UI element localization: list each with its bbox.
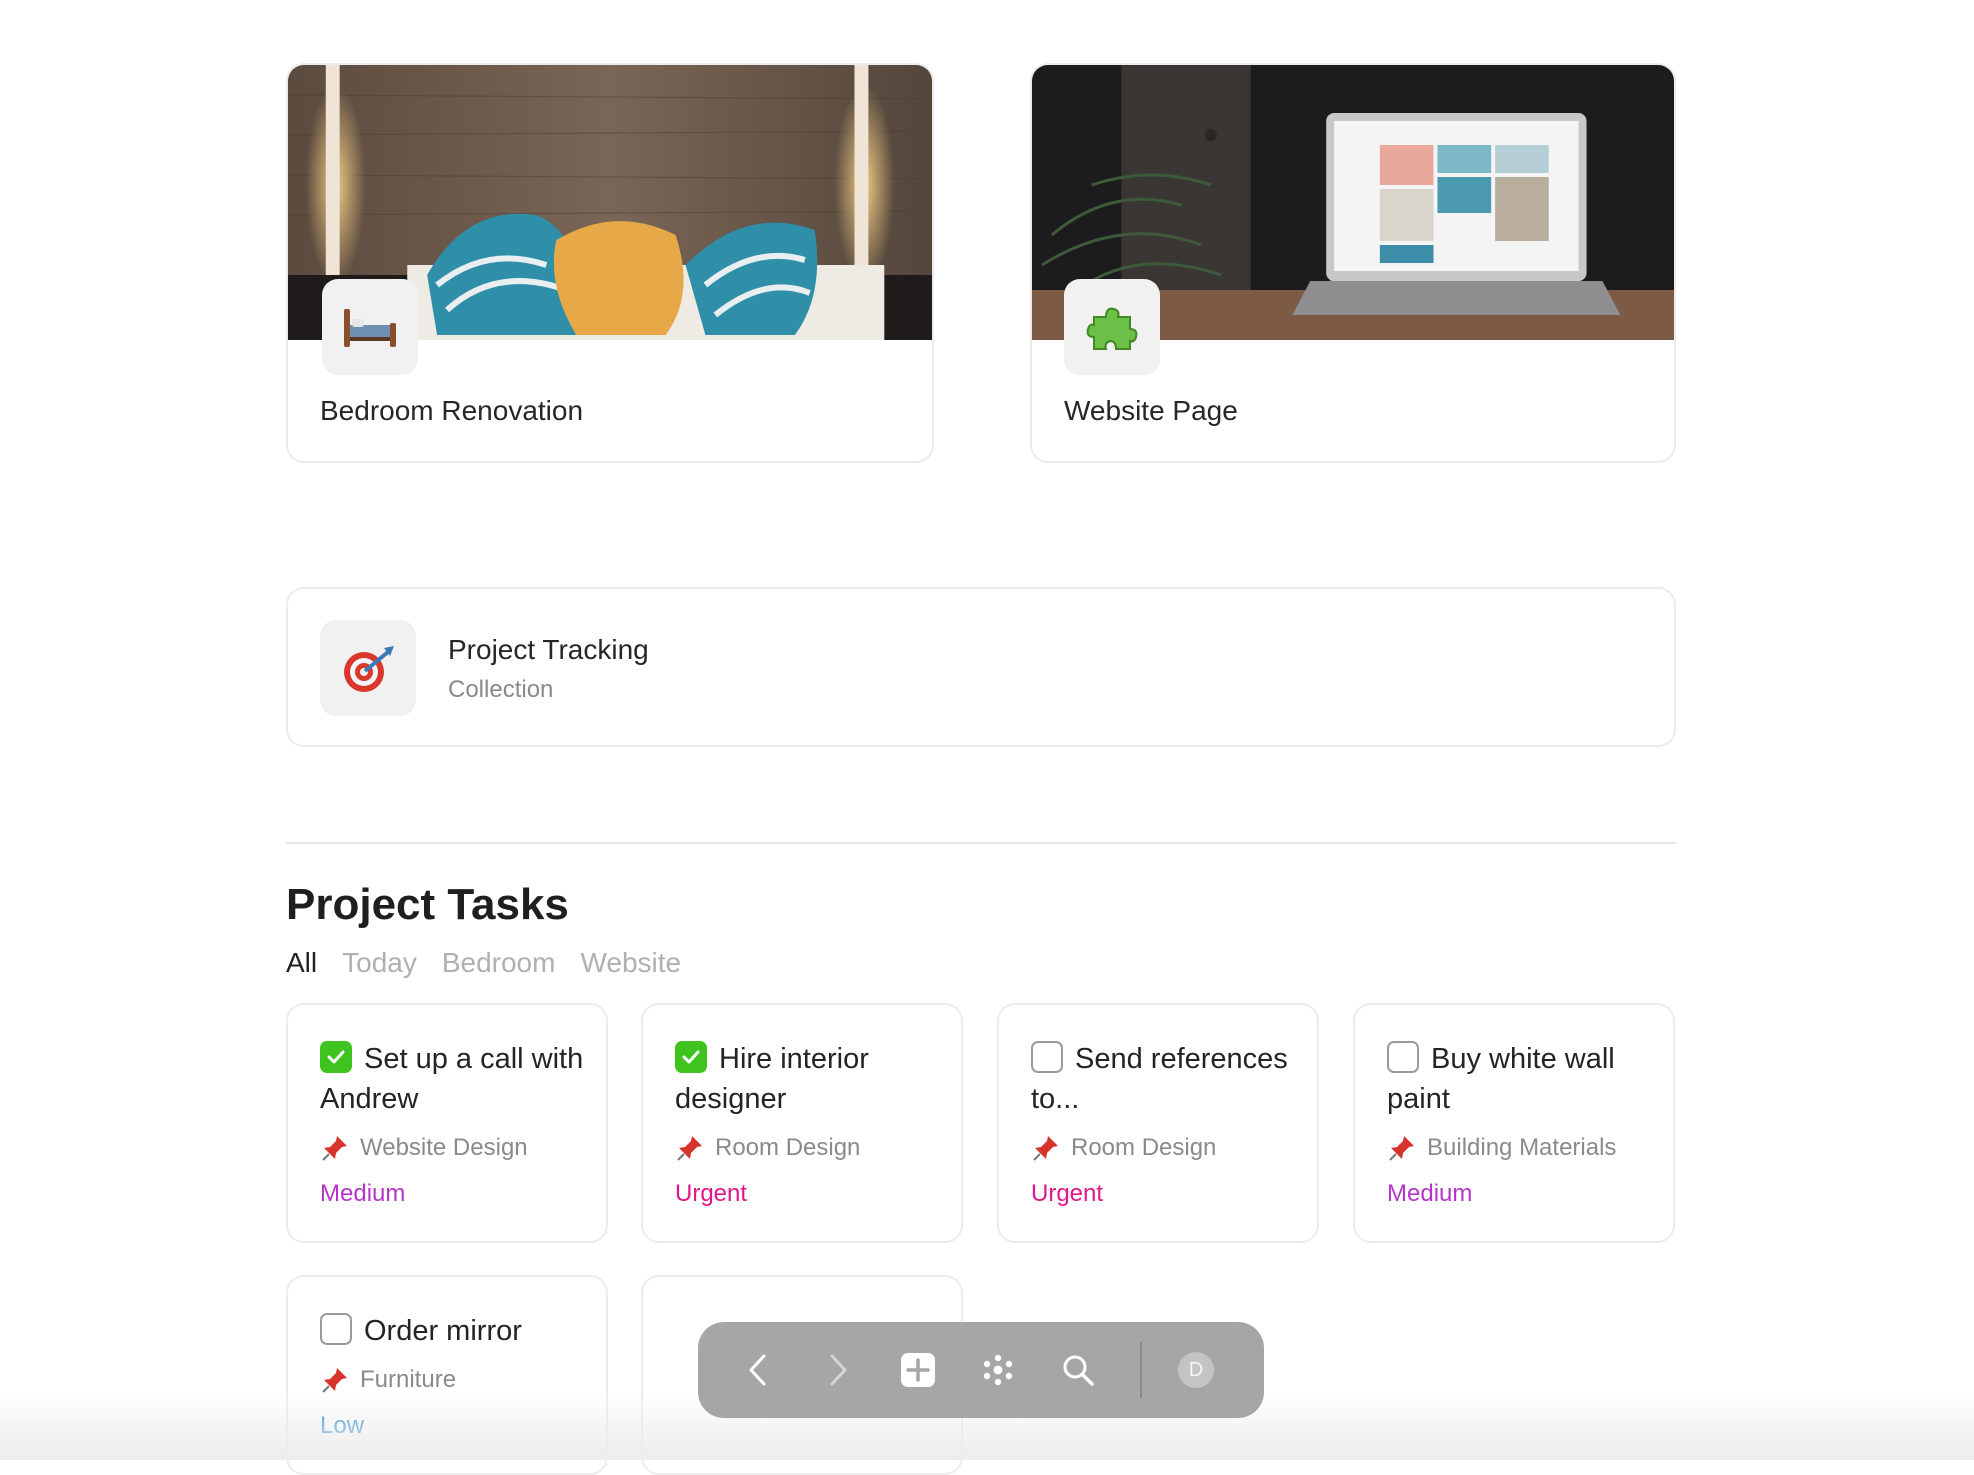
apps-icon[interactable] — [978, 1350, 1018, 1390]
pushpin-icon — [677, 1136, 702, 1161]
filter-bedroom[interactable]: Bedroom — [442, 947, 556, 979]
task-card[interactable]: Set up a call with Andrew Website Design… — [286, 1003, 608, 1243]
pushpin-icon — [1389, 1136, 1414, 1161]
page-card-website-page[interactable]: Website Page — [1030, 63, 1676, 463]
tasks-section-title: Project Tasks — [286, 880, 569, 929]
filter-website[interactable]: Website — [580, 947, 681, 979]
pushpin-icon — [322, 1368, 347, 1393]
task-checkbox[interactable] — [320, 1313, 352, 1345]
forward-icon[interactable] — [818, 1350, 858, 1390]
task-card[interactable]: Send references to... Room Design Urgent — [997, 1003, 1319, 1243]
task-category: Room Design — [715, 1134, 861, 1161]
task-title: Buy white wall paint — [1387, 1043, 1615, 1115]
avatar[interactable]: D — [1178, 1352, 1214, 1388]
collection-subtitle: Collection — [448, 676, 554, 703]
section-divider — [286, 842, 1676, 844]
toolbar-separator — [1140, 1342, 1142, 1398]
task-category: Building Materials — [1427, 1134, 1617, 1161]
puzzle-piece-icon — [1064, 279, 1160, 375]
page-title-bedroom: Bedroom Renovation — [320, 395, 584, 426]
task-title: Order mirror — [364, 1315, 522, 1347]
floating-toolbar: D — [698, 1322, 1264, 1418]
task-checkbox[interactable] — [320, 1041, 352, 1073]
task-priority: Urgent — [675, 1180, 748, 1207]
new-page-icon[interactable] — [898, 1350, 938, 1390]
page-card-bedroom-renovation[interactable]: Bedroom Renovation — [286, 63, 934, 463]
target-dart-icon — [320, 620, 416, 716]
bed-icon — [322, 279, 418, 375]
filter-today[interactable]: Today — [342, 947, 417, 979]
task-category: Furniture — [360, 1366, 457, 1393]
task-title: Send references to... — [1031, 1043, 1288, 1115]
task-checkbox[interactable] — [1387, 1041, 1419, 1073]
task-priority: Urgent — [1031, 1180, 1104, 1207]
pushpin-icon — [322, 1136, 347, 1161]
pushpin-icon — [1033, 1136, 1058, 1161]
task-priority: Medium — [1387, 1180, 1473, 1207]
page-title-website: Website Page — [1064, 395, 1238, 426]
search-icon[interactable] — [1058, 1350, 1098, 1390]
back-icon[interactable] — [738, 1350, 778, 1390]
task-priority: Low — [320, 1412, 365, 1439]
task-filter-tabs: All Today Bedroom Website — [286, 947, 681, 979]
collection-title: Project Tracking — [448, 634, 649, 665]
task-checkbox[interactable] — [1031, 1041, 1063, 1073]
task-card[interactable]: Order mirror Furniture Low — [286, 1275, 608, 1475]
task-title: Set up a call with Andrew — [320, 1043, 584, 1115]
task-card[interactable]: Hire interior designer Room Design Urgen… — [641, 1003, 963, 1243]
collection-card-project-tracking[interactable]: Project Tracking Collection — [286, 587, 1676, 747]
filter-all[interactable]: All — [286, 947, 317, 979]
task-card[interactable]: Buy white wall paint Building Materials … — [1353, 1003, 1675, 1243]
task-category: Website Design — [360, 1134, 528, 1161]
task-checkbox[interactable] — [675, 1041, 707, 1073]
task-category: Room Design — [1071, 1134, 1217, 1161]
task-priority: Medium — [320, 1180, 406, 1207]
